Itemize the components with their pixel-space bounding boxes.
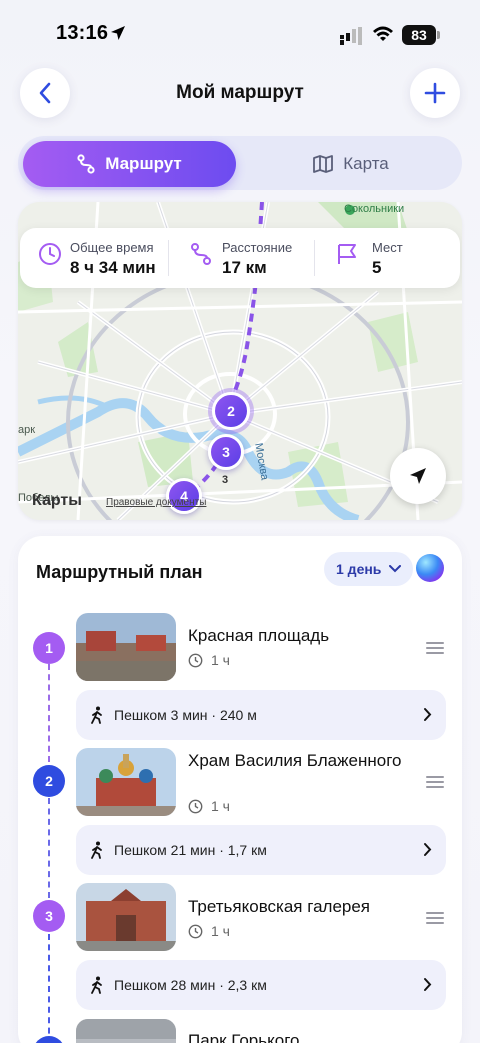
status-time: 13:16 bbox=[56, 22, 109, 44]
stat-value: 8 ч 34 мин bbox=[70, 258, 156, 277]
route-plan-panel: Маршрутный план 1 день 1 Красная площадь… bbox=[18, 536, 462, 1043]
map-brand: Карты bbox=[32, 492, 82, 509]
place-duration-value: 1 ч bbox=[211, 798, 230, 814]
clock-icon bbox=[188, 924, 203, 938]
navigation-arrow-icon bbox=[410, 468, 426, 484]
map-pin-3[interactable]: 3 bbox=[208, 434, 244, 470]
place-photo[interactable] bbox=[76, 613, 176, 681]
legal-link[interactable]: Правовые документы bbox=[106, 497, 206, 508]
place-name[interactable]: Парк Горького bbox=[188, 1030, 408, 1043]
place-duration: 1 ч bbox=[188, 923, 230, 939]
walking-icon bbox=[91, 976, 102, 994]
stat-label: Мест bbox=[372, 240, 403, 255]
battery-indicator: 83 bbox=[402, 25, 436, 45]
map-label-park: арк bbox=[18, 424, 36, 436]
status-bar: 13:16 83 bbox=[0, 0, 480, 64]
stop-number-badge: 1 bbox=[33, 632, 65, 664]
map-pin-2[interactable]: 2 bbox=[212, 392, 250, 430]
walk-info: Пешком 3 мин · 240 м bbox=[114, 707, 257, 723]
place-duration: 1 ч bbox=[188, 652, 230, 668]
stat-divider bbox=[168, 240, 169, 276]
walking-icon bbox=[91, 841, 102, 859]
stat-divider bbox=[314, 240, 315, 276]
stat-value: 17 км bbox=[222, 258, 267, 277]
stat-label: Общее время bbox=[70, 240, 154, 255]
clock-icon bbox=[188, 799, 203, 813]
place-duration-value: 1 ч bbox=[211, 923, 230, 939]
route-stats-card: Общее время 8 ч 34 мин Расстояние 17 км … bbox=[20, 228, 460, 288]
place-photo[interactable] bbox=[76, 883, 176, 951]
timeline-connector bbox=[48, 934, 50, 1043]
walk-segment[interactable]: Пешком 21 мин · 1,7 км bbox=[76, 825, 446, 875]
tab-route-label: Маршрут bbox=[105, 154, 182, 173]
walk-info: Пешком 21 мин · 1,7 км bbox=[114, 842, 267, 858]
timeline-connector bbox=[48, 664, 50, 762]
locate-me-button[interactable] bbox=[390, 448, 446, 504]
chevron-right-icon bbox=[424, 843, 432, 856]
map-label-sokolniki: Сокольники bbox=[344, 203, 405, 215]
walk-info: Пешком 28 мин · 2,3 км bbox=[114, 977, 267, 993]
chevron-right-icon bbox=[424, 978, 432, 991]
stat-label: Расстояние bbox=[222, 240, 293, 255]
wifi-icon bbox=[373, 26, 393, 41]
header: Мой маршрут bbox=[0, 66, 480, 120]
route-map[interactable]: Общее время 8 ч 34 мин Расстояние 17 км … bbox=[18, 202, 462, 520]
place-name[interactable]: Третьяковская галерея bbox=[188, 896, 408, 918]
walk-segment[interactable]: Пешком 3 мин · 240 м bbox=[76, 690, 446, 740]
tab-map-label: Карта bbox=[343, 154, 389, 173]
timeline-connector bbox=[48, 798, 50, 898]
map-icon bbox=[313, 155, 334, 173]
ai-assistant-orb[interactable] bbox=[416, 554, 444, 582]
place-photo[interactable] bbox=[76, 1019, 176, 1043]
stat-value: 5 bbox=[372, 258, 382, 277]
drag-handle-icon[interactable] bbox=[426, 642, 444, 657]
battery-tip bbox=[437, 31, 440, 39]
place-duration-value: 1 ч bbox=[211, 652, 230, 668]
place-photo[interactable] bbox=[76, 748, 176, 816]
clock-icon bbox=[188, 653, 203, 667]
stop-number-badge: 2 bbox=[33, 765, 65, 797]
day-selector-label: 1 день bbox=[336, 561, 382, 577]
view-switcher: Маршрут Карта bbox=[18, 136, 462, 190]
stop-number-badge: 3 bbox=[33, 900, 65, 932]
chevron-right-icon bbox=[424, 708, 432, 721]
page-title: Мой маршрут bbox=[176, 82, 304, 103]
cellular-signal-icon bbox=[340, 27, 362, 45]
route-icon bbox=[191, 243, 211, 265]
clock-icon bbox=[39, 243, 61, 265]
tab-route[interactable]: Маршрут bbox=[23, 141, 236, 187]
walking-icon bbox=[91, 706, 102, 724]
drag-handle-icon[interactable] bbox=[426, 912, 444, 927]
map-label-number: 3 bbox=[222, 474, 229, 486]
stop-number-badge: 4 bbox=[33, 1036, 65, 1043]
tab-map[interactable]: Карта bbox=[244, 141, 458, 187]
add-button[interactable] bbox=[410, 68, 460, 118]
place-duration: 1 ч bbox=[188, 798, 230, 814]
drag-handle-icon[interactable] bbox=[426, 776, 444, 791]
plus-icon bbox=[424, 82, 446, 104]
plan-title: Маршрутный план bbox=[36, 562, 203, 582]
day-selector[interactable]: 1 день bbox=[324, 552, 414, 586]
chevron-down-icon bbox=[389, 565, 402, 573]
flag-icon bbox=[338, 244, 356, 264]
location-arrow-icon bbox=[111, 26, 125, 40]
place-name[interactable]: Красная площадь bbox=[188, 625, 408, 647]
map-pin-4[interactable]: 4 bbox=[166, 478, 202, 514]
place-name[interactable]: Храм Василия Блаженного bbox=[188, 750, 408, 772]
route-icon bbox=[77, 154, 95, 174]
walk-segment[interactable]: Пешком 28 мин · 2,3 км bbox=[76, 960, 446, 1010]
